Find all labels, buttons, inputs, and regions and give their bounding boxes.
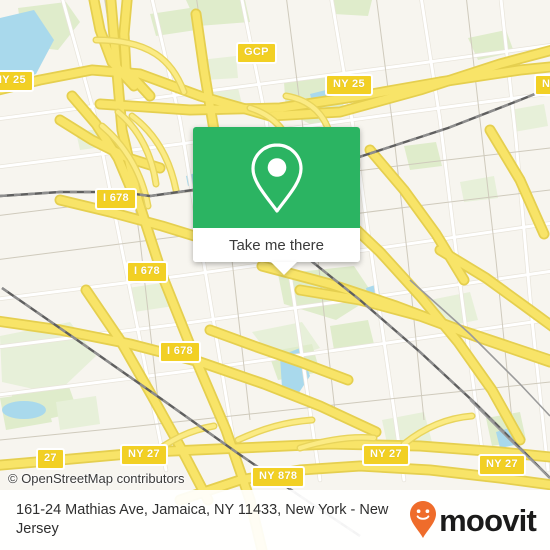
shield-ny-25-east[interactable]: NY 25 <box>325 74 373 96</box>
shield-i-678-north[interactable]: I 678 <box>95 188 137 210</box>
map-marker-popup[interactable]: Take me there <box>193 127 360 275</box>
location-pin-icon <box>250 142 303 213</box>
shield-ny-878[interactable]: NY 878 <box>251 466 306 488</box>
shield-ny-edge[interactable]: NY <box>534 74 550 96</box>
popup-header <box>193 127 360 228</box>
popup-pointer-tail <box>271 262 297 275</box>
moovit-wordmark: moovit <box>439 502 537 538</box>
shield-ny-27-west[interactable]: NY 27 <box>120 444 168 466</box>
moovit-logo[interactable]: moovit <box>409 500 550 540</box>
take-me-there-label: Take me there <box>228 236 325 254</box>
address-caption: 161-24 Mathias Ave, Jamaica, NY 11433, N… <box>16 502 389 537</box>
shield-ny-27-mid[interactable]: NY 27 <box>362 444 410 466</box>
shield-ny-25-west[interactable]: NY 25 <box>0 70 34 92</box>
caption-bar: 161-24 Mathias Ave, Jamaica, NY 11433, N… <box>0 490 550 550</box>
shield-i-678-mid[interactable]: I 678 <box>126 261 168 283</box>
map-screenshot: .land { fill:#f7f5ef; } .park { fill:#df… <box>0 0 550 550</box>
shield-27-west[interactable]: 27 <box>36 448 65 470</box>
shield-gcp[interactable]: GCP <box>236 42 277 64</box>
moovit-smiley-pin-icon <box>410 501 437 538</box>
shield-ny-27-east[interactable]: NY 27 <box>478 454 526 476</box>
popup-action-bar[interactable]: Take me there <box>193 228 360 275</box>
shield-i-678-south[interactable]: I 678 <box>159 341 201 363</box>
osm-attribution[interactable]: © OpenStreetMap contributors <box>8 471 185 486</box>
